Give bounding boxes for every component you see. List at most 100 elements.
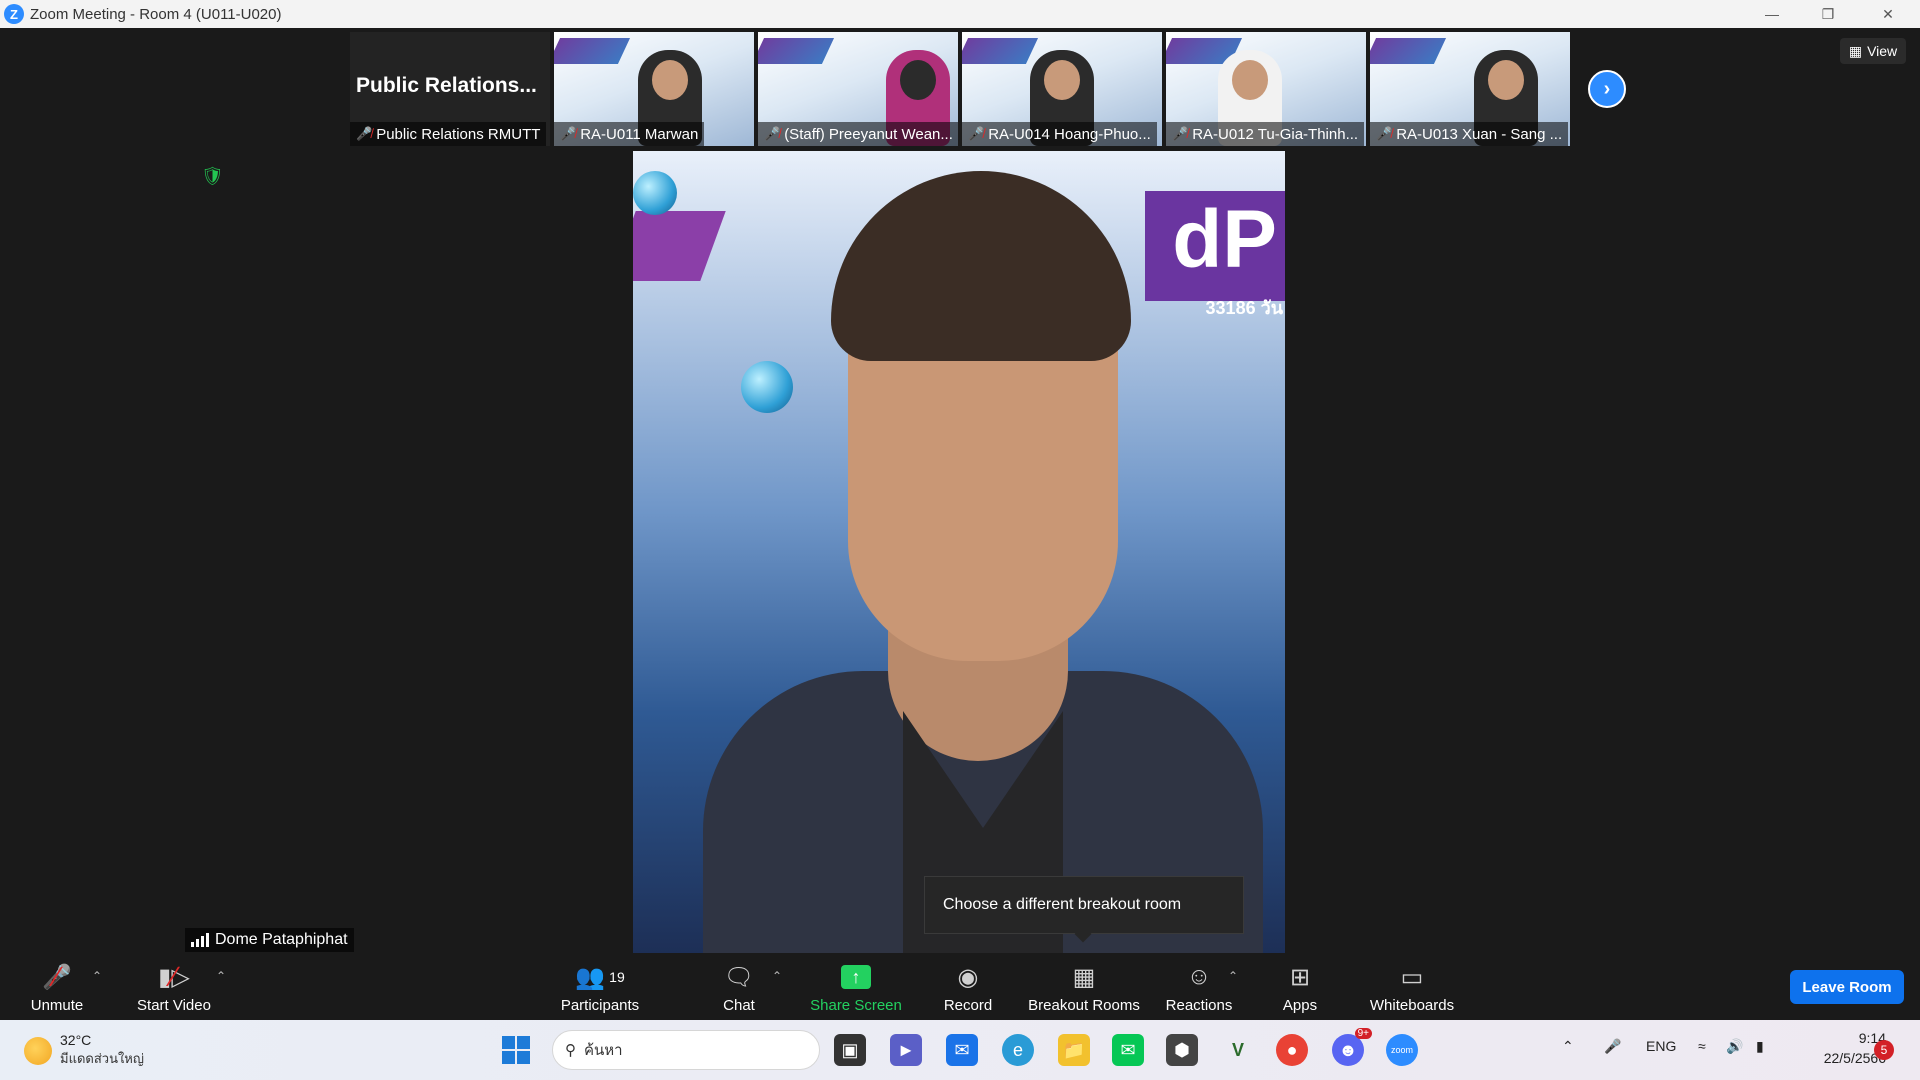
reactions-icon: ☺ xyxy=(1186,963,1212,990)
participants-label: Participants xyxy=(560,997,640,1014)
participant-name: RA-U012 Tu-Gia-Thinh... xyxy=(1192,125,1359,143)
line-app-icon[interactable]: ✉ xyxy=(1112,1034,1144,1066)
speaker-name-badge: Dome Pataphiphat xyxy=(185,928,354,952)
video-off-icon: ▮▷ ∕ xyxy=(158,961,190,992)
unmute-label: Unmute xyxy=(30,997,84,1014)
task-view-icon[interactable]: ▣ xyxy=(834,1034,866,1066)
windows-start-icon[interactable] xyxy=(500,1034,532,1066)
taskbar-search-input[interactable]: ⚲ ค้นหา xyxy=(552,1030,820,1070)
participant-label: 🎤̸ RA-U011 Marwan xyxy=(554,122,705,146)
unmute-button[interactable]: 🎤 ∕ Unmute xyxy=(24,953,90,1020)
view-label: View xyxy=(1867,43,1898,59)
record-label: Record xyxy=(943,997,993,1014)
participant-tile[interactable]: 🎤̸ (Staff) Preeyanut Wean... xyxy=(758,32,958,146)
discord-icon[interactable]: ☻ 9+ xyxy=(1332,1028,1372,1066)
reactions-button[interactable]: ☺ Reactions xyxy=(1164,953,1234,1020)
tray-overflow-icon[interactable]: ⌃ xyxy=(1562,1038,1574,1055)
next-page-button[interactable]: › xyxy=(1588,70,1626,108)
encryption-shield-icon[interactable]: 🛡 xyxy=(201,166,224,186)
chat-label: Chat xyxy=(723,997,755,1014)
window-title: Zoom Meeting - Room 4 (U011-U020) xyxy=(30,5,282,23)
vectorworks-icon[interactable]: V xyxy=(1222,1034,1254,1066)
leave-room-button[interactable]: Leave Room xyxy=(1790,970,1904,1004)
participant-tile[interactable]: 🎤̸ RA-U012 Tu-Gia-Thinh... xyxy=(1166,32,1366,146)
gallery-strip: Public Relations... 🎤̸ Public Relations … xyxy=(350,32,1570,146)
teams-chat-icon[interactable]: ► xyxy=(890,1034,922,1066)
mic-off-icon: 🎤̸ xyxy=(764,126,781,141)
active-speaker-video: dP 33186 วัน xyxy=(633,151,1285,953)
share-screen-label: Share Screen xyxy=(810,997,902,1014)
whiteboards-button[interactable]: ▭ Whiteboards xyxy=(1366,953,1458,1020)
mic-off-icon: 🎤̸ xyxy=(356,126,373,141)
participants-count: 19 xyxy=(609,969,625,985)
reactions-label: Reactions xyxy=(1165,997,1233,1014)
volume-icon[interactable]: 🔊 xyxy=(1726,1038,1743,1055)
participant-tile[interactable]: 🎤̸ RA-U014 Hoang-Phuo... xyxy=(962,32,1162,146)
microphone-icon[interactable]: 🎤 xyxy=(1604,1038,1621,1055)
system-clock[interactable]: 9:14 22/5/2566 xyxy=(1796,1028,1886,1068)
battery-icon[interactable]: ▮ xyxy=(1756,1038,1764,1055)
whiteboard-icon: ▭ xyxy=(1400,963,1424,991)
share-screen-button[interactable]: ↑ Share Screen xyxy=(808,953,904,1020)
speaker-name: Dome Pataphiphat xyxy=(215,931,348,948)
mic-off-icon: 🎤̸ xyxy=(560,126,577,141)
chrome-browser-icon[interactable]: ● xyxy=(1276,1034,1308,1066)
participant-label: 🎤̸ (Staff) Preeyanut Wean... xyxy=(758,122,958,146)
start-video-label: Start Video xyxy=(137,997,211,1014)
language-indicator[interactable]: ENG xyxy=(1646,1038,1676,1054)
weather-widget[interactable]: 32°C มีแดดส่วนใหญ่ xyxy=(24,1032,144,1069)
chat-options-caret[interactable]: ⌃ xyxy=(772,969,782,983)
start-video-button[interactable]: ▮▷ ∕ Start Video xyxy=(132,953,216,1020)
record-icon: ◉ xyxy=(957,963,979,991)
file-explorer-icon[interactable]: 📁 xyxy=(1058,1034,1090,1066)
breakout-rooms-label: Breakout Rooms xyxy=(1028,997,1140,1014)
participant-tile[interactable]: 🎤̸ RA-U011 Marwan xyxy=(554,32,754,146)
participant-name: Public Relations RMUTT xyxy=(376,125,541,143)
participant-display-name: Public Relations... xyxy=(356,74,537,97)
breakout-room-tooltip: Choose a different breakout room xyxy=(924,876,1244,934)
apps-icon: ⊞ xyxy=(1289,963,1311,991)
view-button[interactable]: ▦ View xyxy=(1840,38,1906,64)
tooltip-text: Choose a different breakout room xyxy=(943,896,1182,913)
background-logo-text: dP xyxy=(1172,194,1277,285)
restore-icon[interactable]: ❐ xyxy=(1800,0,1856,28)
grid-icon: ▦ xyxy=(1848,42,1863,59)
window-titlebar: Z Zoom Meeting - Room 4 (U011-U020) xyxy=(0,0,1920,28)
wifi-icon[interactable]: ≈ xyxy=(1698,1038,1706,1054)
zoom-app-icon[interactable]: zoom xyxy=(1386,1034,1418,1066)
zoom-logo-icon: Z xyxy=(4,4,24,24)
minimize-icon[interactable]: — xyxy=(1744,0,1800,28)
apps-label: Apps xyxy=(1282,997,1318,1014)
participants-button[interactable]: 👥 19 Participants xyxy=(556,953,644,1020)
chat-icon: 🗨 xyxy=(723,963,755,991)
mail-icon[interactable]: ✉ xyxy=(946,1034,978,1066)
participant-tile[interactable]: Public Relations... 🎤̸ Public Relations … xyxy=(350,32,550,146)
participant-tile[interactable]: 🎤̸ RA-U013 Xuan - Sang ... xyxy=(1370,32,1570,146)
participant-label: 🎤̸ RA-U013 Xuan - Sang ... xyxy=(1370,122,1569,146)
discord-badge: 9+ xyxy=(1354,1028,1372,1039)
search-icon: ⚲ xyxy=(565,1042,576,1059)
record-button[interactable]: ◉ Record xyxy=(940,953,996,1020)
breakout-rooms-icon: ▦ xyxy=(1072,963,1096,991)
mic-off-icon: 🎤̸ xyxy=(1172,126,1189,141)
signal-strength-icon xyxy=(191,933,209,947)
weather-temperature: 32°C xyxy=(60,1032,92,1048)
close-icon[interactable]: ✕ xyxy=(1860,0,1916,28)
notification-badge[interactable]: 5 xyxy=(1874,1040,1894,1060)
whiteboards-label: Whiteboards xyxy=(1369,997,1455,1014)
participant-label: 🎤̸ Public Relations RMUTT xyxy=(350,122,547,146)
participant-label: 🎤̸ RA-U014 Hoang-Phuo... xyxy=(962,122,1157,146)
participant-name: RA-U013 Xuan - Sang ... xyxy=(1396,125,1563,143)
breakout-rooms-button[interactable]: ▦ Breakout Rooms xyxy=(1026,953,1142,1020)
reactions-options-caret[interactable]: ⌃ xyxy=(1228,969,1238,983)
video-options-caret[interactable]: ⌃ xyxy=(216,969,226,983)
search-placeholder: ค้นหา xyxy=(584,1042,623,1059)
apps-button[interactable]: ⊞ Apps xyxy=(1278,953,1322,1020)
edge-browser-icon[interactable]: e xyxy=(1002,1034,1034,1066)
audio-options-caret[interactable]: ⌃ xyxy=(92,969,102,983)
chevron-right-icon: › xyxy=(1603,77,1611,100)
chat-button[interactable]: 🗨 Chat xyxy=(714,953,764,1020)
app-hexagon-icon[interactable]: ⬢ xyxy=(1166,1034,1198,1066)
clock-time: 9:14 xyxy=(1858,1030,1886,1046)
participant-label: 🎤̸ RA-U012 Tu-Gia-Thinh... xyxy=(1166,122,1365,146)
